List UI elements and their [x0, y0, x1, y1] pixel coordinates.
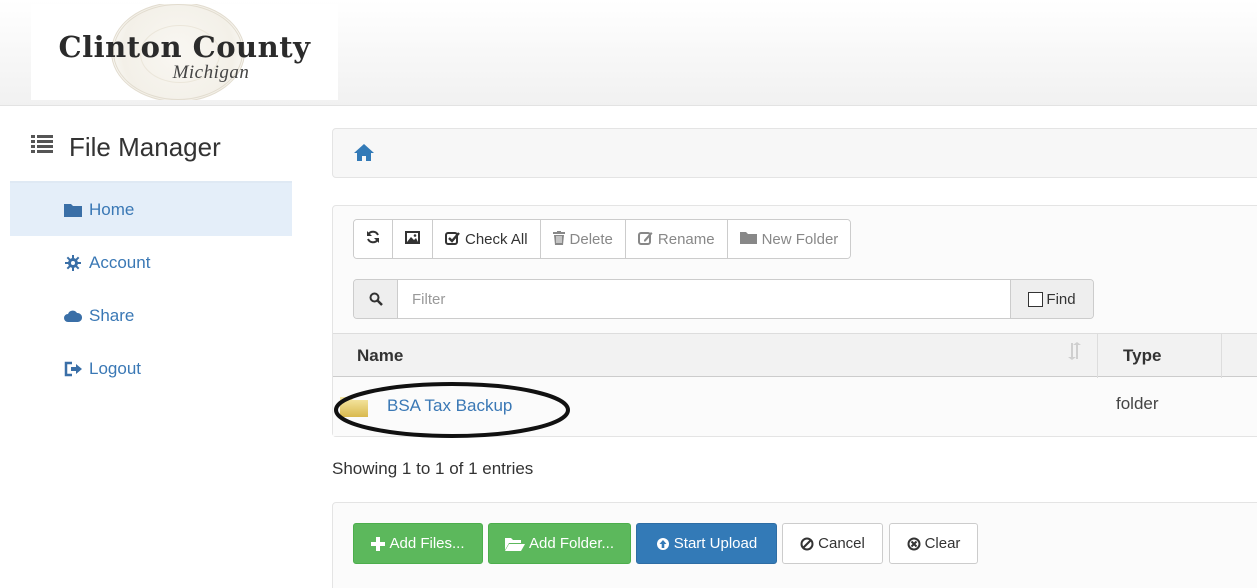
cloud-icon — [63, 310, 83, 322]
plus-icon — [371, 536, 386, 551]
sort-icon[interactable] — [1068, 342, 1082, 365]
sidebar-item-label: Home — [89, 199, 135, 219]
gear-icon — [63, 254, 83, 271]
search-icon — [354, 280, 398, 318]
find-toggle[interactable]: Find — [1010, 280, 1093, 318]
sidebar-title-label: File Manager — [69, 131, 221, 162]
find-label: Find — [1046, 290, 1076, 308]
table-header: Name Type — [333, 333, 1257, 378]
sidebar-item-account[interactable]: Account — [10, 236, 292, 289]
cancel-button[interactable]: Cancel — [782, 523, 883, 564]
start-upload-button[interactable]: Start Upload — [636, 523, 777, 564]
delete-label: Delete — [569, 230, 613, 248]
page: Clinton County Michigan File Manager Hom… — [0, 0, 1257, 588]
sidebar-item-home[interactable]: Home — [10, 183, 292, 236]
refresh-icon — [366, 230, 380, 248]
sidebar-item-label: Logout — [89, 358, 141, 378]
column-header-name[interactable]: Name — [357, 346, 403, 366]
annotation-ellipse — [334, 382, 570, 438]
folder-icon — [739, 231, 757, 247]
new-folder-button[interactable]: New Folder — [726, 220, 851, 258]
add-folder-label: Add Folder... — [528, 535, 615, 552]
logo-title: Clinton County — [58, 30, 311, 64]
add-folder-button[interactable]: Add Folder... — [488, 523, 631, 564]
delete-button[interactable]: Delete — [539, 220, 625, 258]
logout-icon — [63, 361, 83, 377]
sidebar-item-logout[interactable]: Logout — [10, 342, 292, 395]
column-header-type[interactable]: Type — [1123, 346, 1161, 366]
clear-label: Clear — [924, 535, 961, 552]
sidebar-title: File Manager — [31, 130, 221, 164]
add-files-label: Add Files... — [389, 535, 465, 552]
cancel-label: Cancel — [818, 535, 865, 552]
filter-input[interactable] — [398, 280, 1010, 318]
rename-button[interactable]: Rename — [624, 220, 727, 258]
table-info: Showing 1 to 1 of 1 entries — [332, 459, 534, 478]
folder-open-icon — [504, 537, 525, 551]
sidebar-item-label: Account — [89, 252, 151, 272]
check-square-icon — [445, 231, 460, 248]
thumbnail-view-button[interactable] — [392, 220, 432, 258]
upload-circle-icon — [656, 537, 670, 551]
check-all-button[interactable]: Check All — [432, 220, 540, 258]
check-all-label: Check All — [465, 230, 528, 248]
filter-group: Find — [353, 279, 1094, 319]
sidebar-nav: Home Account Share Logout — [10, 183, 292, 395]
ban-icon — [800, 537, 814, 551]
folder-icon — [63, 203, 83, 217]
trash-icon — [552, 230, 565, 248]
logo-subtitle: Michigan — [172, 62, 250, 83]
sidebar-item-label: Share — [89, 305, 135, 325]
start-upload-label: Start Upload — [673, 535, 758, 552]
list-icon — [31, 135, 55, 159]
find-checkbox[interactable] — [1028, 291, 1044, 307]
sidebar-item-share[interactable]: Share — [10, 289, 292, 342]
refresh-button[interactable] — [354, 220, 392, 258]
picture-icon — [405, 230, 420, 248]
breadcrumb — [332, 128, 1257, 178]
clear-button[interactable]: Clear — [889, 523, 978, 564]
header: Clinton County Michigan — [0, 0, 1257, 106]
file-toolbar: Check All Delete Rename New Folder — [353, 219, 852, 259]
rename-label: Rename — [657, 230, 715, 248]
edit-icon — [637, 231, 653, 248]
file-type: folder — [1116, 394, 1159, 413]
remove-circle-icon — [907, 537, 921, 551]
add-files-button[interactable]: Add Files... — [353, 523, 483, 564]
home-icon[interactable] — [353, 141, 375, 163]
new-folder-label: New Folder — [761, 230, 839, 248]
clinton-county-logo: Clinton County Michigan — [31, 4, 338, 100]
